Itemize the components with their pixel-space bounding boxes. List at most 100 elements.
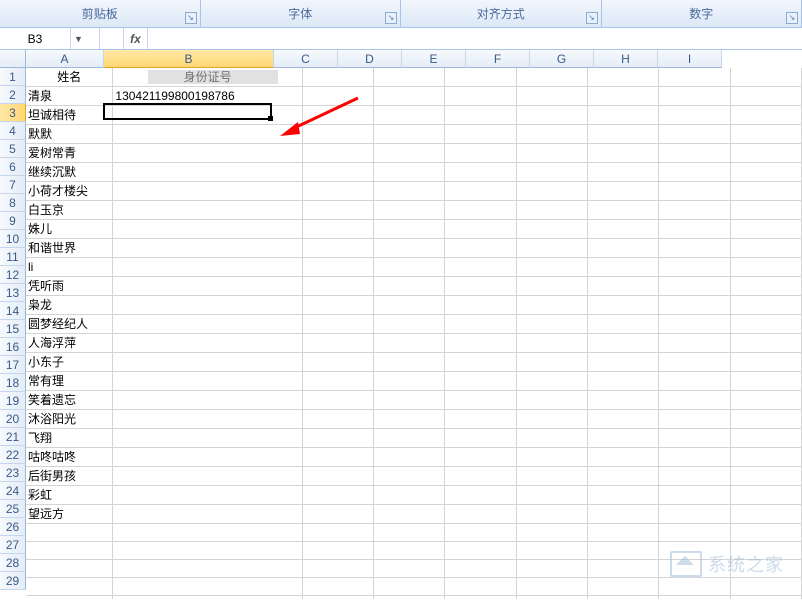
cell-F19[interactable] [516,410,587,429]
cell-F7[interactable] [516,182,587,201]
cell-B25[interactable] [113,524,302,542]
cell-D4[interactable] [374,125,445,144]
cell-B22[interactable] [113,467,302,486]
cell-E9[interactable] [445,220,516,239]
cell-H10[interactable] [659,239,730,258]
column-header-I[interactable]: I [658,50,722,68]
cell-H26[interactable] [659,542,730,560]
name-box[interactable]: ▼ [0,28,100,49]
cell-D16[interactable] [374,353,445,372]
cell-G15[interactable] [588,334,659,353]
fx-icon[interactable]: fx [124,28,148,49]
cell-A1[interactable]: 姓名 [26,68,113,87]
cell-G11[interactable] [588,258,659,277]
cell-D22[interactable] [374,467,445,486]
cell-I16[interactable] [730,353,801,372]
cell-C6[interactable] [302,163,373,182]
cell-D11[interactable] [374,258,445,277]
cell-F18[interactable] [516,391,587,410]
cell-H27[interactable] [659,560,730,578]
cell-B20[interactable] [113,429,302,448]
cell-I6[interactable] [730,163,801,182]
cell-B11[interactable] [113,258,302,277]
dialog-launcher-icon[interactable]: ↘ [786,12,798,24]
cell-I27[interactable] [730,560,801,578]
dialog-launcher-icon[interactable]: ↘ [586,12,598,24]
cell-G17[interactable] [588,372,659,391]
cell-G6[interactable] [588,163,659,182]
cell-E24[interactable] [445,505,516,524]
cell-B3[interactable] [113,106,302,125]
cell-C11[interactable] [302,258,373,277]
select-all-corner[interactable] [0,50,26,68]
cell-E20[interactable] [445,429,516,448]
cell-D28[interactable] [374,578,445,596]
cell-F13[interactable] [516,296,587,315]
cell-C24[interactable] [302,505,373,524]
cell-C23[interactable] [302,486,373,505]
cell-I5[interactable] [730,144,801,163]
cell-I13[interactable] [730,296,801,315]
cell-A18[interactable]: 笑着遗忘 [26,391,113,410]
cell-E16[interactable] [445,353,516,372]
cell-I7[interactable] [730,182,801,201]
cell-I18[interactable] [730,391,801,410]
row-header-18[interactable]: 18 [0,374,26,392]
cell-C25[interactable] [302,524,373,542]
cell-G29[interactable] [588,596,659,600]
row-header-16[interactable]: 16 [0,338,26,356]
cell-D27[interactable] [374,560,445,578]
dialog-launcher-icon[interactable]: ↘ [185,12,197,24]
cell-C12[interactable] [302,277,373,296]
cell-D25[interactable] [374,524,445,542]
cell-B19[interactable] [113,410,302,429]
cell-E18[interactable] [445,391,516,410]
cell-H12[interactable] [659,277,730,296]
cell-H25[interactable] [659,524,730,542]
cell-D9[interactable] [374,220,445,239]
cell-F10[interactable] [516,239,587,258]
cell-A3[interactable]: 坦诚相待 [26,106,113,125]
cell-E19[interactable] [445,410,516,429]
cell-I28[interactable] [730,578,801,596]
cell-E26[interactable] [445,542,516,560]
name-box-input[interactable] [0,32,70,46]
row-header-26[interactable]: 26 [0,518,26,536]
column-header-C[interactable]: C [274,50,338,68]
column-header-G[interactable]: G [530,50,594,68]
cell-G20[interactable] [588,429,659,448]
cell-F25[interactable] [516,524,587,542]
cell-I11[interactable] [730,258,801,277]
cell-A19[interactable]: 沐浴阳光 [26,410,113,429]
cell-H4[interactable] [659,125,730,144]
cell-A20[interactable]: 飞翔 [26,429,113,448]
cell-G21[interactable] [588,448,659,467]
cell-B24[interactable] [113,505,302,524]
cell-D8[interactable] [374,201,445,220]
cell-D2[interactable] [374,87,445,106]
cell-D1[interactable] [374,68,445,87]
cell-F16[interactable] [516,353,587,372]
cell-E21[interactable] [445,448,516,467]
cell-E15[interactable] [445,334,516,353]
row-header-8[interactable]: 8 [0,194,26,212]
cell-B7[interactable] [113,182,302,201]
column-header-E[interactable]: E [402,50,466,68]
row-header-28[interactable]: 28 [0,554,26,572]
cell-C15[interactable] [302,334,373,353]
cell-B13[interactable] [113,296,302,315]
cell-G26[interactable] [588,542,659,560]
cell-F2[interactable] [516,87,587,106]
cell-I10[interactable] [730,239,801,258]
cell-H18[interactable] [659,391,730,410]
cell-F14[interactable] [516,315,587,334]
cell-E13[interactable] [445,296,516,315]
column-header-F[interactable]: F [466,50,530,68]
cell-A6[interactable]: 继续沉默 [26,163,113,182]
cell-H11[interactable] [659,258,730,277]
cell-D15[interactable] [374,334,445,353]
dialog-launcher-icon[interactable]: ↘ [385,12,397,24]
cell-D6[interactable] [374,163,445,182]
cell-G1[interactable] [588,68,659,87]
cell-A21[interactable]: 咕咚咕咚 [26,448,113,467]
